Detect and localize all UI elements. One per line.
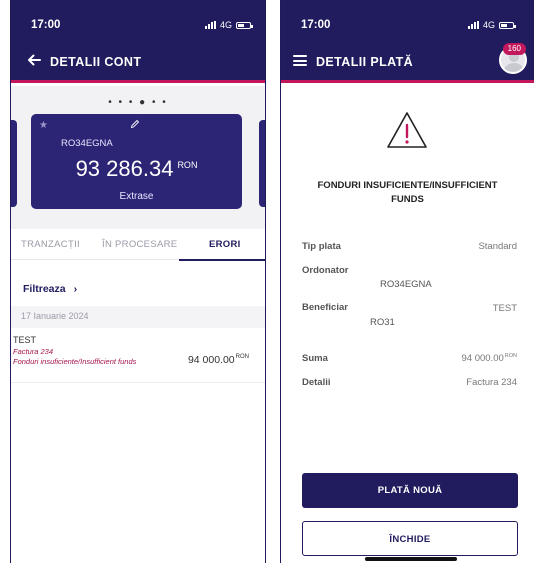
payment-details-screen: 17:00 4G DETALII PLATĂ 160 FONDURI INSUF… — [280, 0, 534, 563]
date-group-header: 17 Ianuarie 2024 — [11, 306, 265, 328]
tab-errors[interactable]: ERORI — [209, 239, 241, 250]
tab-processing[interactable]: ÎN PROCESARE — [102, 239, 177, 250]
amount-value-group: 94 000.00RON — [462, 353, 518, 364]
payer-value: RO34EGNA — [380, 279, 432, 290]
status-indicators: 4G — [204, 20, 253, 30]
previous-card-peek[interactable] — [11, 120, 17, 207]
transaction-reference: Factura 234 — [13, 347, 54, 356]
details-label: Detalii — [302, 377, 331, 388]
date-group-label: 17 Ianuarie 2024 — [21, 311, 89, 321]
beneficiary-iban: RO31 — [370, 317, 395, 328]
notification-badge[interactable]: 160 — [502, 43, 526, 55]
transaction-currency: RON — [235, 354, 249, 360]
filter-label: Filtreaza — [23, 283, 66, 295]
header-accent-line — [281, 80, 534, 83]
balance-currency: RON — [177, 160, 198, 170]
beneficiary-name: TEST — [492, 303, 517, 314]
new-payment-button[interactable]: PLATĂ NOUĂ — [302, 473, 518, 508]
home-indicator — [365, 557, 457, 561]
network-type: 4G — [482, 20, 495, 30]
menu-icon[interactable] — [293, 55, 307, 66]
account-balance: 93 286.34 RON — [31, 156, 242, 182]
signal-icon — [204, 21, 216, 29]
amount-label: Suma — [302, 353, 328, 364]
header-accent-line — [11, 80, 265, 83]
chevron-right-icon: › — [73, 283, 78, 295]
back-arrow-icon[interactable] — [26, 52, 42, 68]
page-title: DETALII CONT — [50, 55, 142, 69]
details-value: Factura 234 — [466, 377, 517, 388]
transaction-error: Fonduri insuficiente/Insufficient funds — [13, 357, 137, 366]
battery-icon — [236, 21, 253, 29]
amount-currency: RON — [504, 353, 517, 359]
payment-type-label: Tip plata — [302, 241, 341, 252]
transaction-name: TEST — [13, 335, 37, 345]
close-button[interactable]: ÎNCHIDE — [302, 521, 518, 556]
account-iban: RO34EGNA — [61, 138, 113, 149]
next-card-peek[interactable] — [259, 120, 265, 207]
pencil-icon[interactable] — [130, 119, 140, 129]
network-type: 4G — [219, 20, 232, 30]
transaction-amount-value: 94 000.00 — [187, 354, 235, 366]
transaction-tabs: TRANZACȚII ÎN PROCESARE ERORI — [11, 230, 265, 260]
app-header: 17:00 4G DETALII CONT — [11, 0, 265, 83]
account-card[interactable]: ★ RO34EGNA 93 286.34 RON Extrase — [31, 114, 242, 209]
payment-type-value: Standard — [478, 241, 517, 252]
filter-button[interactable]: Filtreaza › — [23, 283, 77, 295]
error-title: FONDURI INSUFICIENTE/INSUFFICIENT FUNDS — [317, 180, 498, 205]
transaction-amount: 94 000.00RON — [188, 354, 249, 366]
status-indicators: 4G — [467, 20, 516, 30]
statements-link[interactable]: Extrase — [31, 191, 242, 202]
amount-value: 94 000.00 — [461, 353, 504, 364]
tab-transactions[interactable]: TRANZACȚII — [21, 239, 80, 250]
carousel-dots: • • • ● • • — [108, 97, 168, 108]
warning-icon — [387, 112, 427, 148]
status-time: 17:00 — [31, 19, 61, 31]
active-tab-indicator — [179, 259, 265, 261]
signal-icon — [467, 21, 479, 29]
page-title: DETALII PLATĂ — [316, 55, 414, 69]
transaction-row[interactable]: TEST Factura 234 Fonduri insuficiente/In… — [11, 331, 265, 383]
status-time: 17:00 — [301, 19, 331, 31]
payer-label: Ordonator — [302, 265, 349, 276]
beneficiary-label: Beneficiar — [302, 302, 348, 313]
app-header: 17:00 4G DETALII PLATĂ 160 — [281, 0, 534, 83]
battery-icon — [499, 21, 516, 29]
star-icon[interactable]: ★ — [39, 120, 48, 131]
balance-amount: 93 286.34 — [75, 156, 174, 181]
account-details-screen: 17:00 4G DETALII CONT • • • ● • • ★ RO34… — [10, 0, 266, 563]
